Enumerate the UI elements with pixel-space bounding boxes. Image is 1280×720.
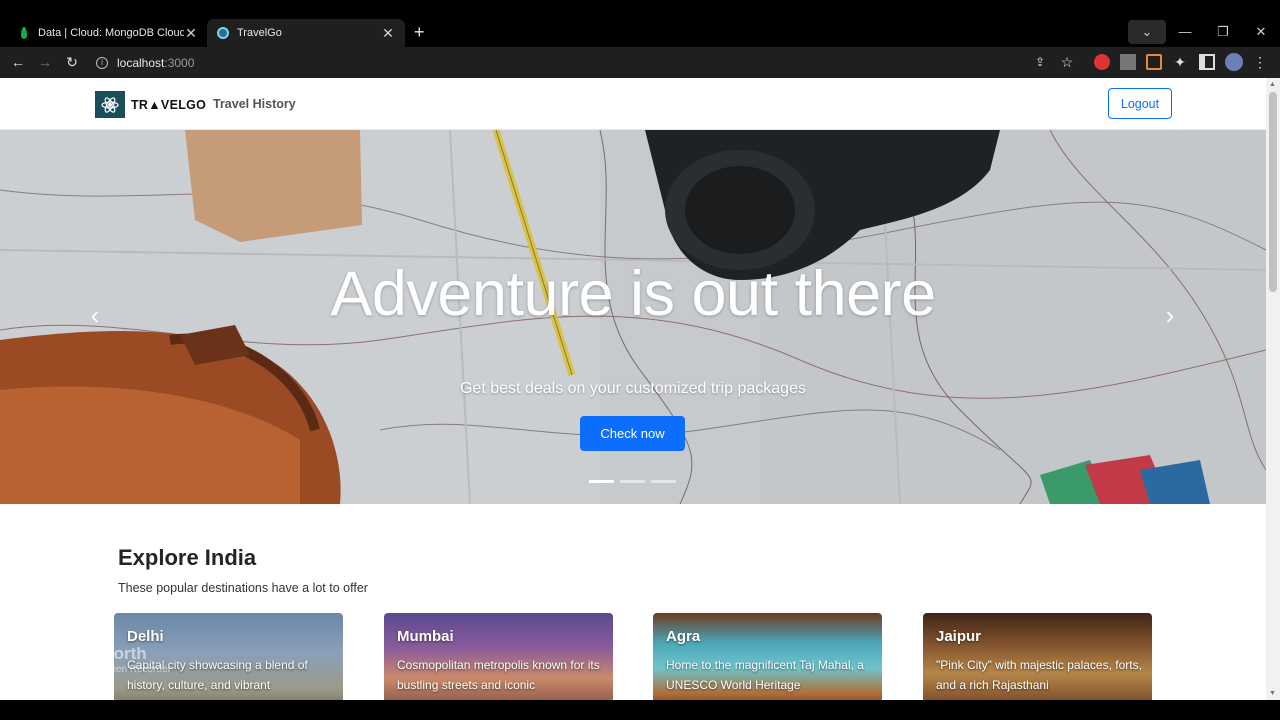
bookmark-star-icon[interactable]: ☆	[1057, 53, 1077, 71]
url-host: localhost	[117, 55, 165, 70]
menu-kebab-icon[interactable]: ⋮	[1250, 53, 1270, 71]
carousel-indicator-1[interactable]	[589, 480, 614, 483]
explore-title: Explore India	[118, 545, 257, 570]
card-title: Agra	[666, 628, 701, 645]
side-panel-icon[interactable]	[1199, 54, 1215, 70]
card-description: "Pink City" with majestic palaces, forts…	[936, 658, 1142, 692]
new-tab-icon[interactable]: +	[414, 22, 425, 42]
tab-travelgo[interactable]: TravelGo ✕	[207, 19, 405, 47]
destination-card-agra[interactable]: Agra Home to the magnificent Taj Mahal, …	[653, 613, 882, 700]
extension-gray-icon[interactable]	[1120, 54, 1136, 70]
browser-tab-bar: Data | Cloud: MongoDB Cloud ✕ TravelGo ✕…	[0, 0, 1280, 47]
reload-icon[interactable]: ↻	[62, 53, 82, 71]
hero-subtitle: Get best deals on your customized trip p…	[460, 380, 806, 397]
hero-title: Adventure is out there	[330, 259, 936, 329]
scrollbar-thumb[interactable]	[1269, 92, 1277, 292]
card-description: Home to the magnificent Taj Mahal, a UNE…	[666, 658, 864, 692]
carousel-indicator-3[interactable]	[651, 480, 676, 483]
close-window-icon[interactable]: ✕	[1242, 20, 1280, 44]
nav-link-travel-history[interactable]: Travel History	[213, 97, 296, 111]
explore-subtitle: These popular destinations have a lot to…	[118, 581, 368, 595]
brand-name: TR▲VELGO	[131, 97, 207, 112]
react-favicon-icon	[217, 27, 229, 39]
destination-card-mumbai[interactable]: Mumbai Cosmopolitan metropolis known for…	[384, 613, 613, 700]
back-icon[interactable]: ←	[8, 53, 28, 71]
minimize-icon[interactable]: —	[1166, 20, 1204, 44]
tab-search-icon[interactable]: ⌄	[1128, 20, 1166, 44]
card-title: Jaipur	[936, 628, 982, 645]
recorder-watermark: RecForth Free Screen Recorder	[24, 640, 171, 678]
recorder-logo-icon	[24, 640, 62, 678]
page-scrollbar[interactable]: ▲ ▼	[1266, 78, 1280, 700]
logout-button[interactable]: Logout	[1108, 88, 1172, 119]
site-navbar: TR▲VELGO Travel History Logout	[0, 78, 1266, 130]
watermark-name: RecForth	[72, 643, 147, 663]
tab-mongodb[interactable]: Data | Cloud: MongoDB Cloud ✕	[8, 19, 208, 47]
extension-orange-icon[interactable]	[1146, 54, 1162, 70]
extension-red-icon[interactable]	[1094, 54, 1110, 70]
browser-toolbar: ← → ↻ i localhost:3000 ⇪ ☆ ✦ ⋮	[0, 47, 1280, 78]
mongodb-favicon-icon	[21, 27, 27, 39]
site-info-icon[interactable]: i	[96, 56, 108, 69]
scroll-up-icon[interactable]: ▲	[1269, 81, 1276, 88]
page-content: TR▲VELGO Travel History Logout ‹ › Adven…	[0, 78, 1266, 700]
card-title: Mumbai	[397, 628, 454, 645]
destination-card-jaipur[interactable]: Jaipur "Pink City" with majestic palaces…	[923, 613, 1152, 700]
url-port: :3000	[164, 55, 195, 70]
extensions-puzzle-icon[interactable]: ✦	[1170, 53, 1190, 71]
watermark-tagline: Free Screen Recorder	[72, 663, 171, 675]
brand-logo-icon	[95, 91, 125, 118]
hero-carousel: ‹ › Adventure is out there Get best deal…	[0, 130, 1266, 504]
close-tab-icon[interactable]: ✕	[184, 25, 198, 42]
carousel-indicator-2[interactable]	[620, 480, 645, 483]
restore-icon[interactable]: ❐	[1204, 20, 1242, 44]
address-bar[interactable]: i localhost:3000	[96, 51, 1086, 74]
profile-avatar-icon[interactable]	[1225, 53, 1243, 71]
close-tab-icon[interactable]: ✕	[381, 25, 395, 42]
tab-title: Data | Cloud: MongoDB Cloud	[38, 27, 184, 39]
check-now-button[interactable]: Check now	[580, 416, 685, 451]
scroll-down-icon[interactable]: ▼	[1269, 690, 1276, 697]
screen-bottom-bar	[0, 700, 1280, 720]
card-description: Cosmopolitan metropolis known for its bu…	[397, 658, 600, 692]
brand[interactable]: TR▲VELGO	[95, 91, 206, 118]
tab-title: TravelGo	[237, 27, 282, 39]
window-controls: ⌄ — ❐ ✕	[1128, 20, 1280, 44]
carousel-indicators	[589, 480, 682, 483]
forward-icon[interactable]: →	[35, 53, 55, 71]
share-icon[interactable]: ⇪	[1030, 53, 1050, 71]
